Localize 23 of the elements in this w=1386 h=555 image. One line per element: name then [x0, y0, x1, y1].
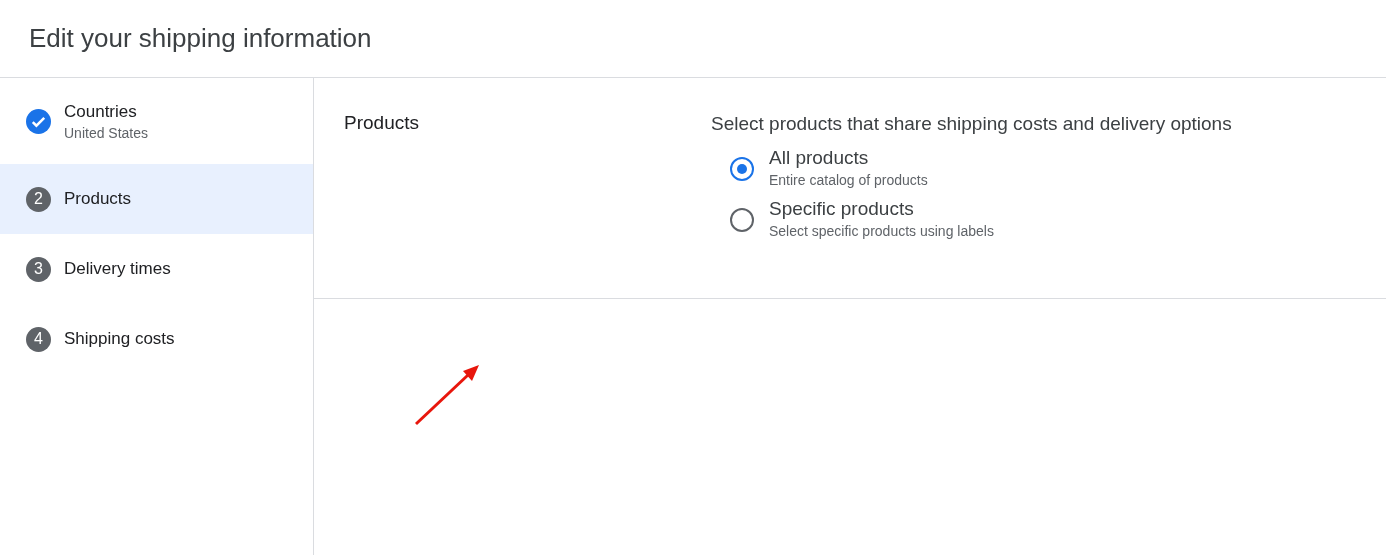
step-number: 4 — [26, 326, 51, 352]
step-label: Shipping costs — [64, 329, 175, 349]
page-title: Edit your shipping information — [29, 23, 372, 54]
option-label[interactable]: Specific products — [769, 198, 994, 220]
step-sublabel: United States — [64, 124, 149, 141]
step-item[interactable]: 3 Delivery times — [0, 234, 313, 304]
step-item[interactable]: 4 Shipping costs — [0, 304, 313, 374]
step-label: Delivery times — [64, 259, 171, 279]
step-item[interactable]: 2 Products — [0, 164, 313, 234]
radio-button[interactable] — [730, 208, 754, 232]
option-description: Entire catalog of products — [769, 172, 928, 188]
step-label: Products — [64, 189, 132, 209]
check-icon — [26, 108, 51, 134]
step-number: 2 — [26, 186, 51, 212]
option-description: Select specific products using labels — [769, 223, 994, 239]
option-label[interactable]: All products — [769, 147, 928, 169]
step-number: 3 — [26, 256, 51, 282]
radio-button[interactable] — [730, 157, 754, 181]
arrow-annotation — [414, 363, 480, 427]
section-heading: Products — [344, 112, 419, 134]
step-item[interactable]: Countries United States — [0, 78, 313, 164]
step-label: Countries — [64, 101, 138, 122]
section-prompt: Select products that share shipping costs and delivery options — [711, 113, 1232, 135]
